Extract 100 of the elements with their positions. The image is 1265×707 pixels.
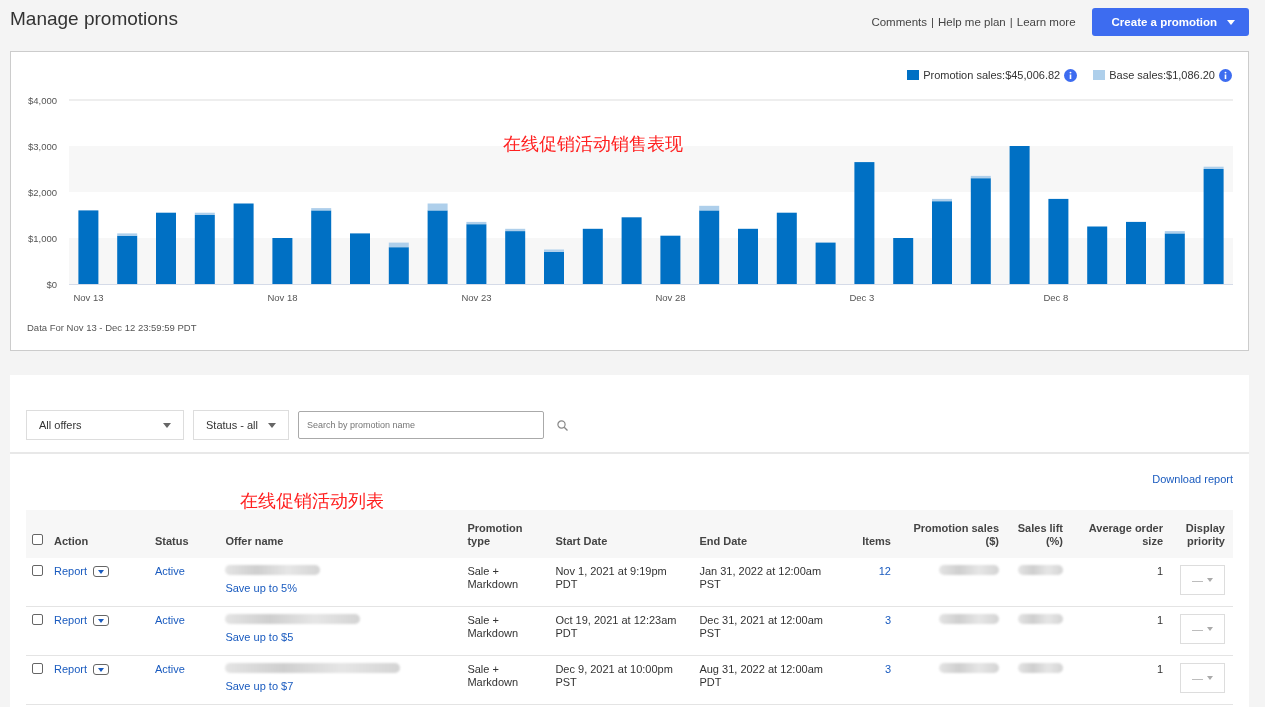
table-cell: Dec 9, 2021 at 10:00pm PST xyxy=(547,655,692,705)
offer-subtitle-link[interactable]: Save up to 5% xyxy=(225,582,297,595)
promotion-sales-bar xyxy=(621,217,642,284)
x-axis-label: Nov 18 xyxy=(267,292,298,303)
table-cell: Sale + Markdown xyxy=(459,606,548,656)
base-sales-bar xyxy=(1164,231,1185,234)
base-sales-bar xyxy=(505,228,526,232)
offers-dropdown[interactable]: All offers xyxy=(26,410,184,440)
status-dropdown[interactable]: Status - all xyxy=(193,410,289,440)
promotion-sales-bar xyxy=(466,224,487,284)
table-cell: 1 xyxy=(1071,606,1171,656)
promotion-sales-bar xyxy=(738,228,758,284)
items-link[interactable]: 12 xyxy=(878,565,891,577)
column-header: Promotion type xyxy=(459,510,548,558)
action-dropdown-button[interactable] xyxy=(93,664,110,675)
promotion-sales-bar xyxy=(194,215,215,284)
legend-label: Base sales:$1,086.20 xyxy=(1109,69,1215,81)
blurred-value xyxy=(939,614,999,624)
action-dropdown-button[interactable] xyxy=(93,566,110,577)
y-axis-label: $1,000 xyxy=(27,233,57,244)
x-axis-label: Nov 13 xyxy=(73,292,104,303)
promotion-sales-bar xyxy=(582,228,603,284)
date-range-note: Data For Nov 13 - Dec 12 23:59:59 PDT xyxy=(26,321,198,333)
promotion-sales-bar xyxy=(1087,226,1108,284)
base-sales-bar xyxy=(194,212,215,215)
offer-subtitle-link[interactable]: Save up to $5 xyxy=(225,631,294,644)
base-sales-bar xyxy=(388,242,409,248)
base-sales-bar xyxy=(311,208,332,211)
report-link[interactable]: Report xyxy=(54,614,88,627)
base-sales-bar xyxy=(466,221,487,225)
column-header: Offer name xyxy=(217,510,460,558)
status-text: Active xyxy=(154,565,185,577)
annotation-text: 在线促销活动列表 xyxy=(240,489,384,513)
info-icon[interactable] xyxy=(1219,68,1232,82)
blurred-value xyxy=(939,663,999,673)
promotion-sales-bar xyxy=(1126,221,1146,284)
promotion-sales-bar xyxy=(660,235,681,284)
promotion-sales-bar xyxy=(893,238,914,284)
select-all-checkbox[interactable] xyxy=(32,534,43,545)
download-report-link[interactable]: Download report xyxy=(1152,473,1233,510)
table-cell: Jan 31, 2022 at 12:00am PST xyxy=(691,558,836,607)
y-axis-label: $2,000 xyxy=(27,187,57,198)
base-sales-bar xyxy=(1203,166,1224,169)
status-text: Active xyxy=(154,663,185,675)
items-link[interactable]: 3 xyxy=(884,663,891,675)
header-link[interactable]: Learn more xyxy=(1016,16,1076,28)
table-cell: Nov 1, 2021 at 9:19pm PDT xyxy=(547,558,692,607)
row-checkbox[interactable] xyxy=(32,614,43,625)
blurred-value xyxy=(939,565,999,575)
base-sales-bar xyxy=(117,233,138,236)
search-icon[interactable] xyxy=(556,419,568,431)
x-axis-label: Dec 3 xyxy=(849,292,875,303)
annotation-text: 在线促销活动销售表现 xyxy=(503,132,683,156)
legend-label: Promotion sales:$45,006.82 xyxy=(923,69,1061,81)
column-header: Items xyxy=(835,510,899,558)
promotion-sales-bar xyxy=(1164,233,1185,284)
base-sales-bar xyxy=(427,203,448,211)
row-checkbox[interactable] xyxy=(32,663,43,674)
report-link[interactable]: Report xyxy=(54,565,88,578)
column-header: Promotion sales ($) xyxy=(899,510,1007,558)
page-title: Manage promotions xyxy=(10,8,178,30)
base-sales-bar xyxy=(544,249,564,252)
promotion-sales-bar xyxy=(156,212,176,284)
promotion-sales-bar xyxy=(272,238,293,284)
table-cell: Sale + Markdown xyxy=(459,558,548,607)
base-sales-bar xyxy=(932,198,952,202)
promotion-sales-bar xyxy=(505,231,526,284)
y-axis-label: $4,000 xyxy=(27,95,57,106)
table-cell: Aug 31, 2022 at 12:00am PDT xyxy=(691,655,836,705)
base-sales-bar xyxy=(970,175,991,179)
status-text: Active xyxy=(154,614,185,626)
create-promotion-button[interactable]: Create a promotion xyxy=(1091,8,1249,36)
items-link[interactable]: 3 xyxy=(884,614,891,626)
base-sales-bar xyxy=(699,205,720,211)
y-axis-label: $3,000 xyxy=(27,141,57,152)
table-cell: 1 xyxy=(1071,655,1171,705)
separator: | xyxy=(931,16,934,28)
x-axis-label: Nov 28 xyxy=(655,292,686,303)
header-link[interactable]: Help me plan xyxy=(938,16,1006,28)
promotion-sales-bar xyxy=(388,247,409,284)
x-axis-label: Dec 8 xyxy=(1043,292,1069,303)
promotion-sales-bar xyxy=(350,233,370,284)
table-cell: Dec 31, 2021 at 12:00am PST xyxy=(691,606,836,656)
column-header: Status xyxy=(146,510,218,558)
table-cell: 1 xyxy=(1071,558,1171,607)
action-dropdown-button[interactable] xyxy=(93,615,110,626)
column-header: Start Date xyxy=(547,510,692,558)
promotion-sales-bar xyxy=(544,251,564,284)
column-header: Average order size xyxy=(1071,510,1171,558)
blurred-value xyxy=(1018,663,1063,673)
promotion-sales-bar xyxy=(776,212,797,284)
row-checkbox[interactable] xyxy=(32,565,43,576)
report-link[interactable]: Report xyxy=(54,663,88,676)
header-link[interactable]: Comments xyxy=(871,16,927,28)
x-axis-label: Nov 23 xyxy=(461,292,492,303)
y-axis-label: $0 xyxy=(46,279,57,290)
info-icon[interactable] xyxy=(1064,68,1078,82)
table-cell: Sale + Markdown xyxy=(459,655,548,705)
offer-subtitle-link[interactable]: Save up to $7 xyxy=(225,680,294,693)
search-field[interactable]: Search by promotion name xyxy=(297,411,544,439)
